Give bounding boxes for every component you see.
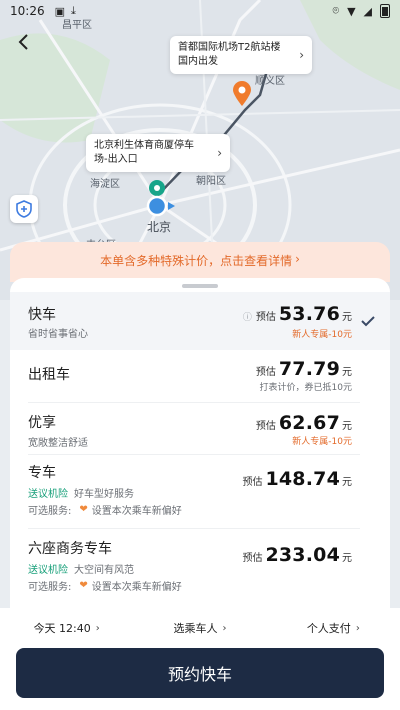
price-unit: 元 — [342, 477, 352, 488]
signal-icon: ◢ — [363, 4, 372, 18]
option-subtitle-text: 大空间有风范 — [74, 565, 134, 576]
payment-label: 个人支付 — [306, 622, 351, 635]
option-subtitle-text: 好车型好服务 — [74, 489, 134, 500]
ride-option-youxiang[interactable]: 优享 宽敞整洁舒适 预估 62.67 元 新人专属-10元 — [10, 404, 390, 456]
price-unit: 元 — [342, 312, 352, 323]
chevron-right-icon: › — [355, 622, 360, 634]
price-unit: 元 — [342, 421, 352, 432]
optional-service[interactable]: 可选服务: ❤ 设置本次乘车新偏好 — [28, 502, 182, 517]
option-subtitle: 宽敞整洁舒适 — [28, 438, 88, 449]
option-subtitle: 省时省事省心 — [28, 329, 88, 340]
chevron-right-icon: › — [95, 622, 100, 634]
download-icon: ⤓ — [71, 4, 76, 17]
option-promo: 新人专属-10元 — [292, 437, 352, 447]
passenger-selector[interactable]: 选乘车人 › — [133, 616, 266, 640]
service-text: 设置本次乘车新偏好 — [91, 582, 182, 593]
chevron-right-icon: › — [222, 622, 227, 634]
checkmark-icon — [361, 316, 375, 327]
origin-bubble[interactable]: 北京利生体育商厦停车场-出入口 › — [86, 134, 230, 172]
ride-option-six-seat[interactable]: 六座商务专车 送议机险 大空间有风范 可选服务: ❤ 设置本次乘车新偏好 预估 2… — [10, 530, 390, 604]
option-subtitle: 送议机险 好车型好服务 — [28, 485, 134, 500]
bottom-bar: 今天 12:40 › 选乘车人 › 个人支付 › 预约快车 — [0, 608, 400, 710]
sheet-drag-handle[interactable] — [182, 284, 218, 288]
insurance-tag: 送议机险 — [28, 489, 68, 500]
heart-icon: ❤ — [79, 504, 88, 515]
insurance-tag: 送议机险 — [28, 565, 68, 576]
back-button[interactable] — [12, 30, 36, 54]
price-prefix: 预估 — [242, 553, 263, 564]
location-icon: ⌾ — [332, 4, 340, 17]
origin-pin-icon — [146, 178, 175, 218]
option-promo: 打表计价，券已抵10元 — [259, 383, 352, 393]
price-prefix: 预估 — [255, 367, 276, 378]
special-pricing-notice[interactable]: 本单含多种特殊计价，点击查看详情 › — [10, 242, 390, 282]
departure-time: 今天 12:40 — [33, 622, 91, 635]
payment-selector[interactable]: 个人支付 › — [267, 616, 400, 640]
map-label-chaoyang: 朝阳区 — [196, 176, 226, 187]
destination-bubble[interactable]: 首都国际机场T2航站楼国内出发 › — [170, 36, 312, 74]
option-price: ⓘ 预估 53.76 元 — [243, 303, 352, 325]
status-bar: 10:26 ▣ ⤓ ⌾ ▼ ◢ — [0, 0, 400, 22]
option-name: 出租车 — [28, 367, 70, 383]
price-prefix: 预估 — [255, 312, 276, 323]
option-name: 优享 — [28, 415, 56, 431]
price-value: 77.79 — [278, 358, 340, 380]
ride-options-sheet: 快车 省时省事省心 ⓘ 预估 53.76 元 新人专属-10元 出租车 预估 7… — [10, 278, 390, 608]
price-unit: 元 — [342, 367, 352, 378]
option-name: 六座商务专车 — [28, 541, 112, 557]
chevron-right-icon: › — [217, 146, 222, 160]
service-label: 可选服务: — [28, 506, 72, 517]
destination-name: 首都国际机场T2航站楼国内出发 — [178, 42, 281, 67]
price-value: 233.04 — [265, 544, 340, 566]
ride-option-kuaiche[interactable]: 快车 省时省事省心 ⓘ 预估 53.76 元 新人专属-10元 — [10, 292, 390, 350]
status-time: 10:26 — [10, 4, 45, 18]
option-price: 预估 77.79 元 — [256, 358, 352, 380]
destination-pin-icon — [232, 81, 252, 107]
notification-icon: ▣ — [54, 4, 65, 18]
wifi-icon: ▼ — [347, 4, 356, 18]
battery-icon — [380, 4, 390, 18]
origin-name: 北京利生体育商厦停车场-出入口 — [94, 140, 194, 165]
departure-time-selector[interactable]: 今天 12:40 › — [0, 616, 133, 640]
info-icon[interactable]: ⓘ — [243, 310, 252, 323]
map-label-haidian: 海淀区 — [90, 179, 120, 190]
optional-service[interactable]: 可选服务: ❤ 设置本次乘车新偏好 — [28, 578, 182, 593]
heart-icon: ❤ — [79, 580, 88, 591]
divider — [28, 454, 360, 455]
safety-shield-button[interactable] — [10, 195, 38, 223]
back-arrow-icon — [18, 34, 28, 50]
service-text: 设置本次乘车新偏好 — [91, 506, 182, 517]
price-value: 62.67 — [278, 412, 340, 434]
price-value: 148.74 — [265, 468, 340, 490]
divider — [28, 528, 360, 529]
option-promo: 新人专属-10元 — [292, 330, 352, 340]
divider — [28, 402, 360, 403]
price-prefix: 预估 — [242, 477, 263, 488]
service-label: 可选服务: — [28, 582, 72, 593]
chevron-right-icon: › — [299, 48, 304, 62]
option-subtitle: 送议机险 大空间有风范 — [28, 561, 134, 576]
option-price: 预估 233.04 元 — [242, 544, 352, 566]
option-name: 专车 — [28, 465, 56, 481]
passenger-label: 选乘车人 — [173, 622, 218, 635]
price-unit: 元 — [342, 553, 352, 564]
book-ride-button[interactable]: 预约快车 — [16, 648, 384, 698]
option-price: 预估 62.67 元 — [256, 412, 352, 434]
ride-option-taxi[interactable]: 出租车 预估 77.79 元 打表计价，券已抵10元 — [10, 350, 390, 402]
map-label-beijing: 北京 — [147, 220, 172, 234]
option-name: 快车 — [28, 307, 56, 323]
shield-icon — [16, 200, 32, 218]
map-label-shunyi: 顺义区 — [255, 76, 285, 87]
booking-options: 今天 12:40 › 选乘车人 › 个人支付 › — [0, 616, 400, 640]
price-prefix: 预估 — [255, 421, 276, 432]
option-price: 预估 148.74 元 — [242, 468, 352, 490]
price-value: 53.76 — [278, 303, 340, 325]
ride-option-zhuanche[interactable]: 专车 送议机险 好车型好服务 可选服务: ❤ 设置本次乘车新偏好 预估 148.7… — [10, 456, 390, 526]
